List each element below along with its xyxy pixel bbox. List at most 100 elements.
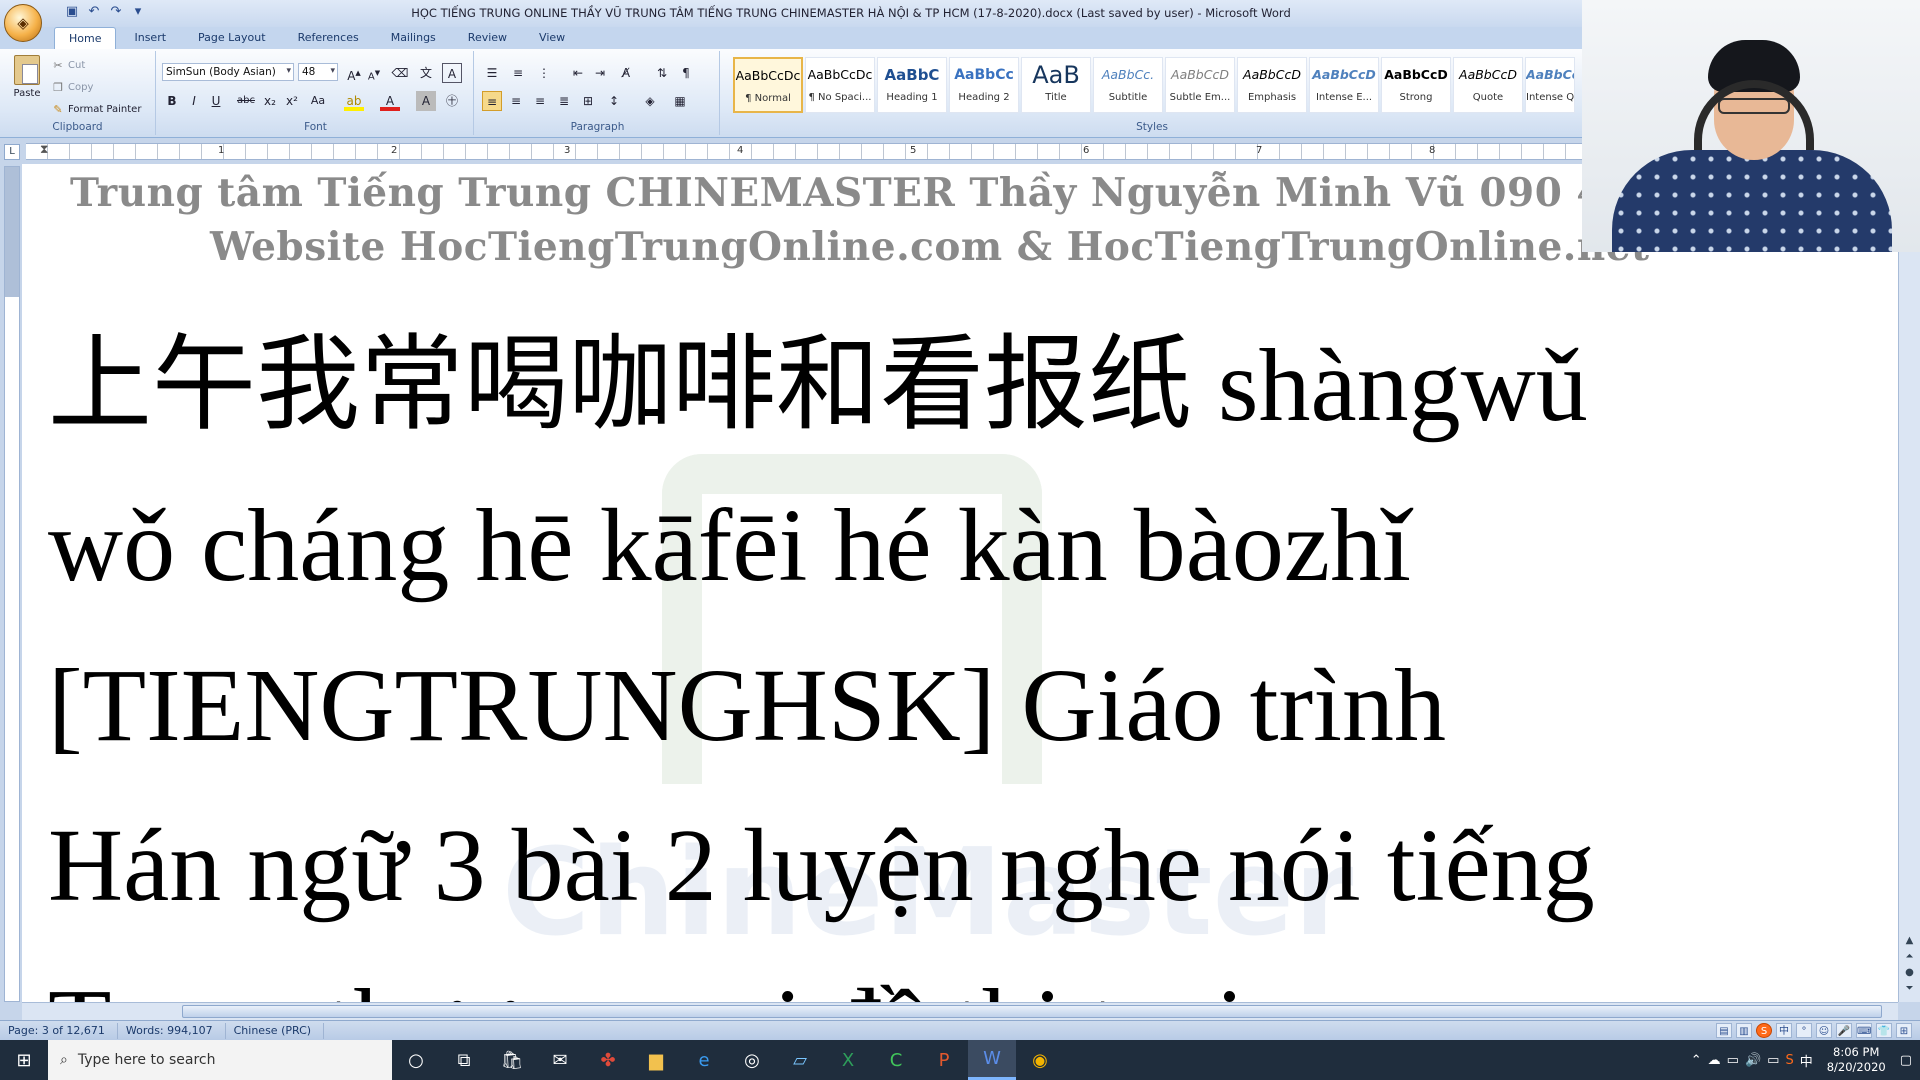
app-icon[interactable]: ✤	[584, 1040, 632, 1080]
next-page-icon[interactable]: ⏷	[1902, 982, 1917, 996]
ime-keyboard-icon[interactable]: ⌨	[1856, 1023, 1872, 1038]
italic-icon[interactable]: I	[184, 91, 204, 111]
style-quote[interactable]: AaBbCcD Quote	[1453, 57, 1523, 113]
style-subtitle[interactable]: AaBbCc. Subtitle	[1093, 57, 1163, 113]
font-color-icon[interactable]: A	[380, 91, 400, 111]
language-tray-icon[interactable]: 中	[1800, 1051, 1813, 1070]
change-case-icon[interactable]: Aa	[308, 91, 328, 111]
style-subtle-emphasis[interactable]: AaBbCcD Subtle Em...	[1165, 57, 1235, 113]
align-right-icon[interactable]: ≡	[530, 91, 550, 111]
strikethrough-icon[interactable]: abc	[236, 91, 256, 111]
ime-chinese-icon[interactable]: 中	[1776, 1023, 1792, 1038]
tab-insert[interactable]: Insert	[120, 27, 180, 49]
horizontal-scroll-thumb[interactable]	[182, 1005, 1882, 1018]
excel-icon[interactable]: X	[824, 1040, 872, 1080]
vertical-scrollbar[interactable]: ▲ ⏶ ● ⏷	[1898, 164, 1920, 1002]
onedrive-icon[interactable]: ☁	[1708, 1053, 1721, 1068]
file-explorer-icon[interactable]: ▆	[632, 1040, 680, 1080]
tab-home[interactable]: Home	[54, 27, 117, 49]
increase-indent-icon[interactable]: ⇥	[590, 63, 610, 83]
cortana-icon[interactable]: ○	[392, 1040, 440, 1080]
paste-button[interactable]: Paste	[8, 55, 46, 111]
word-icon[interactable]: W	[968, 1040, 1016, 1080]
scroll-up-icon[interactable]: ▲	[1902, 934, 1917, 948]
mail-icon[interactable]: ✉	[536, 1040, 584, 1080]
office-button[interactable]: ◈	[4, 4, 42, 42]
tab-page-layout[interactable]: Page Layout	[184, 27, 280, 49]
ime-punctuation-icon[interactable]: °	[1796, 1023, 1812, 1038]
ime-voice-icon[interactable]: 🎤	[1836, 1023, 1852, 1038]
subscript-icon[interactable]: x₂	[260, 91, 280, 111]
notifications-icon[interactable]: ▢	[1900, 1053, 1912, 1068]
underline-icon[interactable]: U	[206, 91, 226, 111]
windows-start-icon[interactable]: ⊞	[0, 1040, 48, 1080]
previous-page-icon[interactable]: ⏶	[1902, 950, 1917, 964]
select-browse-object-icon[interactable]: ●	[1902, 966, 1917, 980]
bold-icon[interactable]: B	[162, 91, 182, 111]
character-border-icon[interactable]: A	[442, 63, 462, 83]
style-emphasis[interactable]: AaBbCcD Emphasis	[1237, 57, 1307, 113]
font-size-dropdown[interactable]: 48	[298, 63, 338, 81]
multilevel-list-icon[interactable]: ⋮	[534, 63, 554, 83]
volume-icon[interactable]: 🔊	[1745, 1053, 1761, 1068]
document-page[interactable]: ChineMaster Trung tâm Tiếng Trung CHINEM…	[22, 164, 1898, 1002]
ime-skin-icon[interactable]: 👕	[1876, 1023, 1892, 1038]
language-indicator[interactable]: Chinese (PRC)	[226, 1022, 325, 1039]
camera-app-icon[interactable]: ◎	[728, 1040, 776, 1080]
sogou-ime-icon[interactable]: S	[1756, 1023, 1772, 1038]
asian-layout-icon[interactable]: A̸	[616, 63, 636, 83]
ime-emoji-icon[interactable]: ☺	[1816, 1023, 1832, 1038]
numbering-icon[interactable]: ≡	[508, 63, 528, 83]
character-shading-icon[interactable]: A	[416, 91, 436, 111]
camtasia-icon[interactable]: C	[872, 1040, 920, 1080]
enclose-characters-icon[interactable]: ㊉	[442, 91, 462, 111]
borders-icon[interactable]: ▦	[670, 91, 690, 111]
bullets-icon[interactable]: ☰	[482, 63, 502, 83]
page-count[interactable]: Page: 3 of 12,671	[0, 1022, 118, 1039]
line-spacing-icon[interactable]: ↕	[604, 91, 624, 111]
style-intense-quote[interactable]: AaBbCcD Intense Q...	[1525, 57, 1575, 113]
style-normal[interactable]: AaBbCcDc ¶ Normal	[733, 57, 803, 113]
task-view-icon[interactable]: ⧉	[440, 1040, 488, 1080]
cut-button[interactable]: ✂ Cut	[52, 59, 85, 72]
decrease-indent-icon[interactable]: ⇤	[568, 63, 588, 83]
horizontal-ruler[interactable]: ⧗ 1 2 3 4 5 6 7 8	[26, 142, 1582, 162]
style-title[interactable]: AaB Title	[1021, 57, 1091, 113]
style-heading-2[interactable]: AaBbCc Heading 2	[949, 57, 1019, 113]
word-count[interactable]: Words: 994,107	[118, 1022, 226, 1039]
grow-font-icon[interactable]: A▲	[344, 63, 364, 83]
tab-selector-icon[interactable]: L	[4, 144, 20, 160]
superscript-icon[interactable]: x²	[282, 91, 302, 111]
full-screen-reading-icon[interactable]: ▥	[1736, 1023, 1752, 1038]
clear-formatting-icon[interactable]: ⌫	[390, 63, 410, 83]
tray-chevron-icon[interactable]: ⌃	[1691, 1053, 1702, 1068]
align-center-icon[interactable]: ≡	[506, 91, 526, 111]
taskbar-search[interactable]: ⌕ Type here to search	[48, 1040, 392, 1080]
show-formatting-icon[interactable]: ¶	[676, 63, 696, 83]
align-left-icon[interactable]: ≡	[482, 91, 502, 111]
indent-marker-icon[interactable]: ⧗	[40, 142, 52, 162]
sogou-tray-icon[interactable]: S	[1785, 1053, 1793, 1068]
tab-mailings[interactable]: Mailings	[377, 27, 450, 49]
notepad-icon[interactable]: ▱	[776, 1040, 824, 1080]
distributed-icon[interactable]: ⊞	[578, 91, 598, 111]
document-body[interactable]: 上午我常喝咖啡和看报纸 shàngwǔ wǒ cháng hē kāfēi hé…	[48, 306, 1808, 1002]
shrink-font-icon[interactable]: A▼	[364, 63, 384, 83]
style-no-spacing[interactable]: AaBbCcDc ¶ No Spaci...	[805, 57, 875, 113]
copy-button[interactable]: ❐ Copy	[52, 81, 93, 94]
format-painter-button[interactable]: ✎ Format Painter	[52, 103, 141, 116]
chrome-icon[interactable]: ◉	[1016, 1040, 1064, 1080]
style-intense-emphasis[interactable]: AaBbCcD Intense E...	[1309, 57, 1379, 113]
taskbar-clock[interactable]: 8:06 PM 8/20/2020	[1819, 1045, 1894, 1075]
battery-icon[interactable]: ▭	[1767, 1053, 1779, 1068]
tab-view[interactable]: View	[525, 27, 579, 49]
justify-icon[interactable]: ≣	[554, 91, 574, 111]
network-icon[interactable]: ▭	[1727, 1053, 1739, 1068]
tab-review[interactable]: Review	[454, 27, 521, 49]
font-name-dropdown[interactable]: SimSun (Body Asian)	[162, 63, 294, 81]
ime-tools-icon[interactable]: ⊞	[1896, 1023, 1912, 1038]
style-heading-1[interactable]: AaBbC Heading 1	[877, 57, 947, 113]
store-icon[interactable]: 🛍	[488, 1040, 536, 1080]
edge-browser-icon[interactable]: e	[680, 1040, 728, 1080]
highlight-icon[interactable]: ab	[344, 91, 364, 111]
